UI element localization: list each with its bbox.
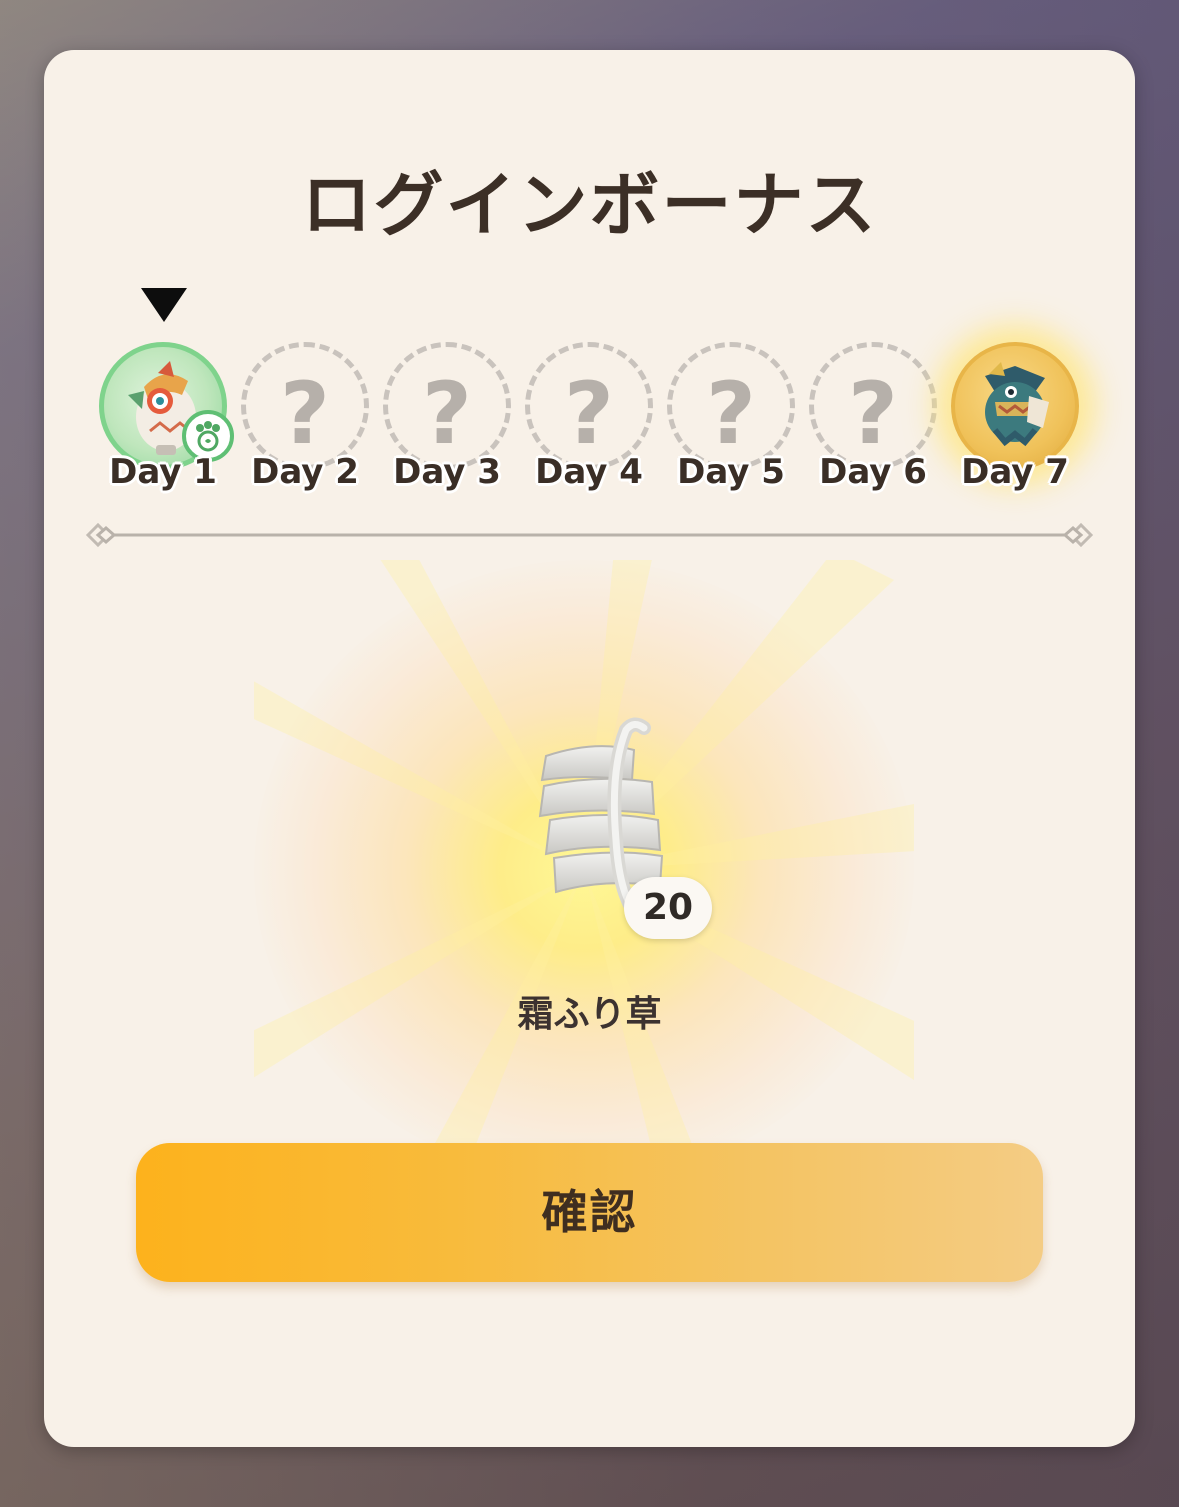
- question-mark-icon: ?: [564, 364, 614, 464]
- day-5-label: Day 5: [677, 452, 785, 492]
- day-item-3: ? Day 3: [380, 340, 514, 500]
- day-item-4: ? Day 4: [522, 340, 656, 500]
- confirm-button[interactable]: 確認: [136, 1143, 1043, 1282]
- day-5-reward-circle: ?: [667, 342, 795, 470]
- day-item-7: Day 7: [948, 340, 1082, 500]
- day-3-reward-circle: ?: [383, 342, 511, 470]
- day-item-2: ? Day 2: [238, 340, 372, 500]
- day-4-reward-circle: ?: [525, 342, 653, 470]
- divider-ornament: [85, 522, 1094, 548]
- reward-item-name: 霜ふり草: [517, 994, 662, 1035]
- day-item-1: Day 1: [96, 340, 234, 500]
- reward-quantity-badge: 20: [624, 877, 712, 939]
- day-track: Day 1 ? Day 2 ? Day 3 ? Day 4 ? Day 5 ? …: [96, 340, 1086, 500]
- day-6-label: Day 6: [819, 452, 927, 492]
- day-6-reward-circle: ?: [809, 342, 937, 470]
- login-bonus-dialog: ログインボーナス Day 1 ? Day 2 ? Day 3 ? Day 4 ?…: [44, 50, 1135, 1447]
- tribal-monster-icon: [985, 362, 1049, 447]
- day-1-label: Day 1: [109, 452, 217, 492]
- day-4-label: Day 4: [535, 452, 643, 492]
- dialog-title: ログインボーナス: [301, 164, 878, 246]
- question-mark-icon: ?: [848, 364, 898, 464]
- day-2-label: Day 2: [251, 452, 359, 492]
- day-3-label: Day 3: [393, 452, 501, 492]
- question-mark-icon: ?: [422, 364, 472, 464]
- day-item-6: ? Day 6: [806, 340, 940, 500]
- question-mark-icon: ?: [706, 364, 756, 464]
- day-2-reward-circle: ?: [241, 342, 369, 470]
- day-item-5: ? Day 5: [664, 340, 798, 500]
- day-7-reward-circle: [951, 342, 1079, 470]
- current-day-marker-icon: [141, 288, 187, 322]
- day-7-label: Day 7: [961, 452, 1069, 492]
- question-mark-icon: ?: [280, 364, 330, 464]
